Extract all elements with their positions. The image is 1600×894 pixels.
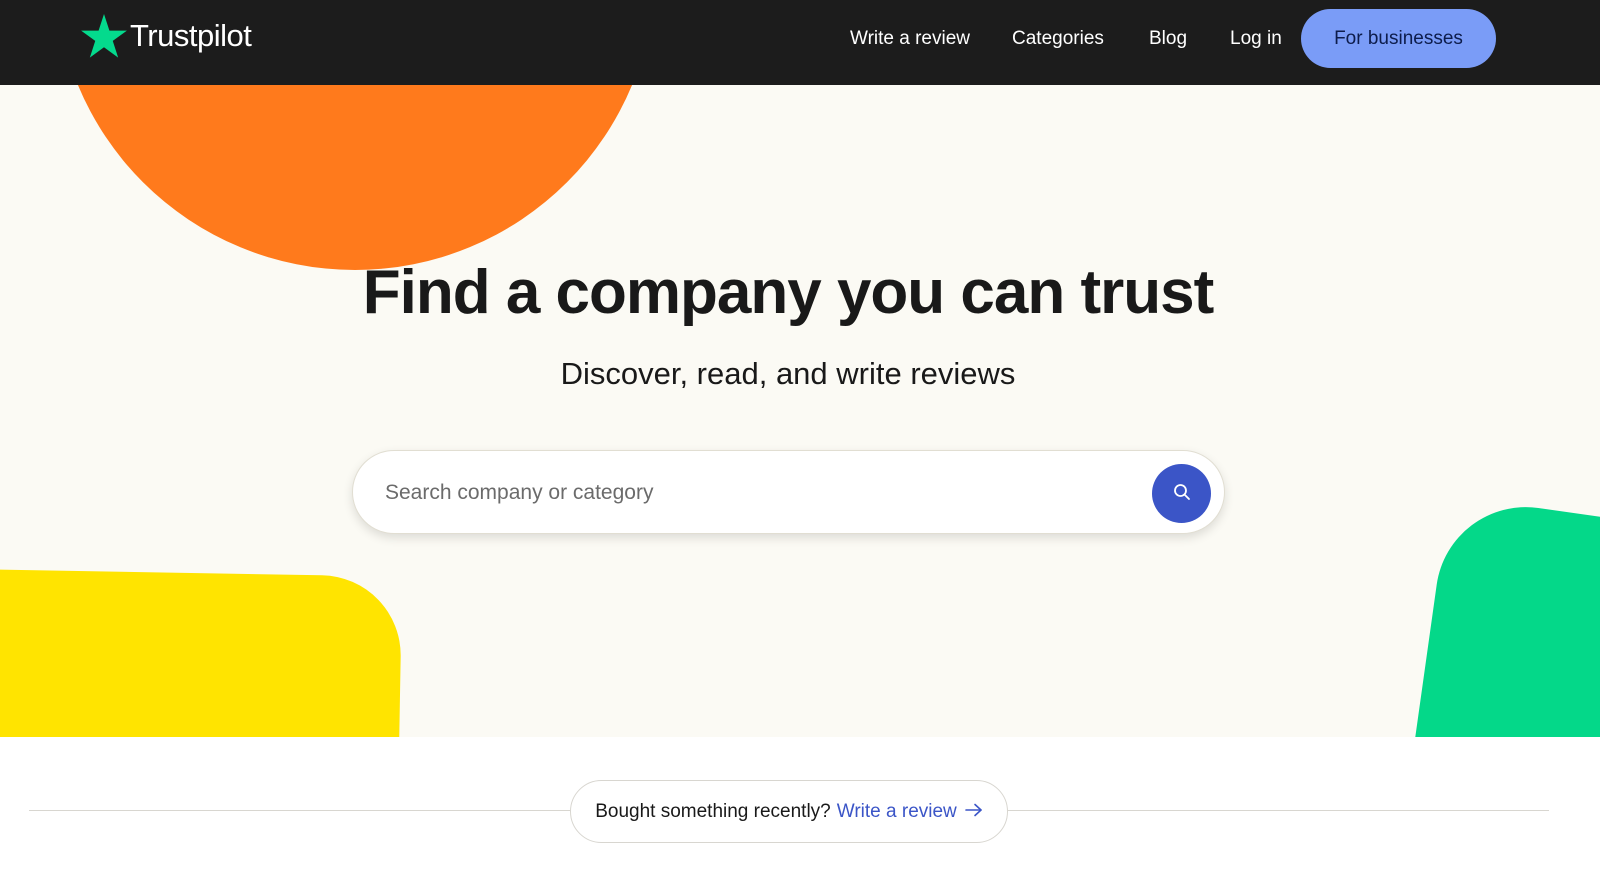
yellow-decoration	[0, 569, 403, 737]
recent-question: Bought something recently?	[595, 800, 831, 822]
search-icon	[1173, 483, 1191, 504]
nav-blog[interactable]: Blog	[1149, 26, 1187, 52]
nav-write-review[interactable]: Write a review	[850, 26, 970, 52]
top-navigation-bar: Trustpilot Write a review Categories Blo…	[0, 0, 1600, 85]
orange-decoration	[55, 85, 655, 270]
arrow-right-icon	[964, 801, 983, 823]
hero-subtitle: Discover, read, and write reviews	[560, 356, 1016, 391]
search-input[interactable]	[385, 451, 1145, 535]
main-nav: Write a review Categories Blog Log in Fo…	[0, 0, 1600, 85]
write-review-link[interactable]: Write a review	[837, 801, 983, 823]
nav-login[interactable]: Log in	[1230, 26, 1282, 52]
search-button[interactable]	[1152, 464, 1211, 523]
hero-section: Find a company you can trust Discover, r…	[0, 85, 1600, 737]
search-bar	[352, 450, 1225, 535]
for-businesses-button[interactable]: For businesses	[1301, 9, 1496, 68]
write-review-prompt: Bought something recently? Write a revie…	[570, 780, 1008, 843]
write-review-link-label: Write a review	[836, 800, 957, 822]
nav-categories[interactable]: Categories	[1012, 26, 1104, 52]
hero-title: Find a company you can trust	[362, 258, 1214, 327]
green-decoration	[1403, 495, 1600, 737]
